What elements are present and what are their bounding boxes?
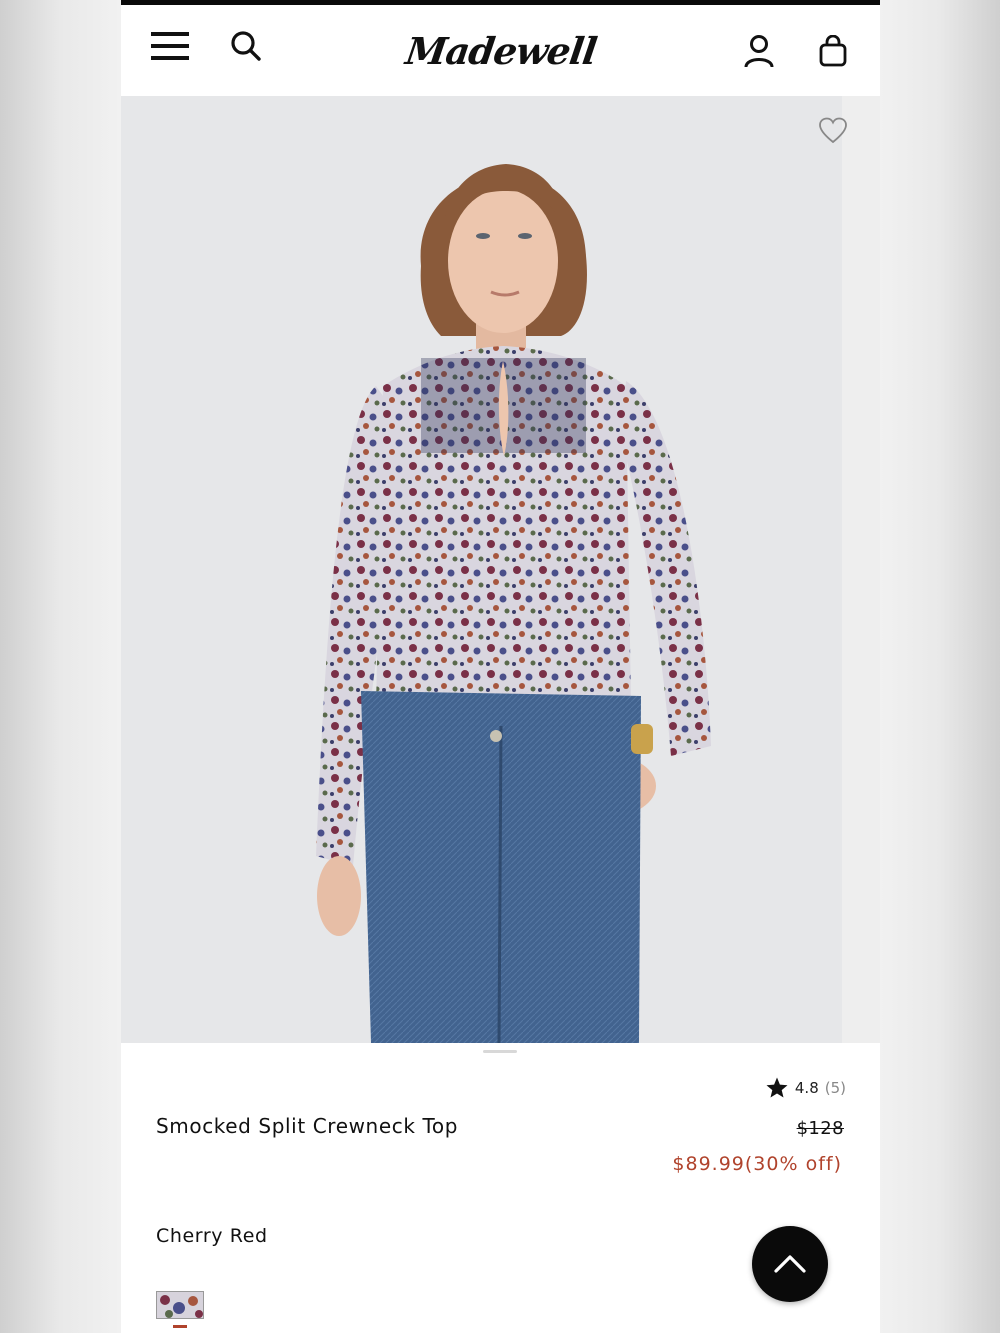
swatch-pattern	[157, 1292, 203, 1318]
heart-icon	[819, 117, 847, 144]
search-icon	[231, 31, 261, 61]
product-photo	[316, 164, 711, 1043]
next-image-peek[interactable]	[842, 96, 880, 1043]
menu-button[interactable]	[147, 25, 193, 67]
product-title: Smocked Split Crewneck Top	[156, 1114, 459, 1138]
chevron-up-icon	[774, 1255, 806, 1273]
original-price: $128	[796, 1118, 844, 1139]
star-icon	[766, 1077, 788, 1098]
account-button[interactable]	[737, 29, 781, 73]
product-rating[interactable]: 4.8 (5)	[765, 1076, 846, 1100]
color-swatch-cherry-red[interactable]	[156, 1291, 204, 1319]
search-button[interactable]	[225, 25, 267, 67]
rating-value: 4.8	[794, 1079, 819, 1097]
wishlist-button[interactable]	[818, 116, 848, 146]
bag-button[interactable]	[811, 29, 855, 73]
sale-price: $89.99(30% off)	[672, 1153, 842, 1175]
shopping-bag-icon	[819, 35, 847, 67]
site-header: Madewell	[121, 5, 880, 96]
phone-viewport: Madewell 4.8 (5) Smocked Split Crewneck …	[121, 0, 880, 1333]
product-image[interactable]	[121, 96, 880, 1043]
account-icon	[744, 35, 774, 68]
review-count[interactable]: (5)	[825, 1079, 846, 1097]
selected-color-label: Cherry Red	[156, 1225, 268, 1247]
menu-icon	[151, 32, 189, 60]
brand-logo[interactable]: Madewell	[397, 23, 605, 79]
scroll-to-top-button[interactable]	[752, 1226, 828, 1302]
selected-swatch-indicator	[173, 1325, 187, 1328]
sheet-drag-handle[interactable]	[483, 1050, 517, 1053]
